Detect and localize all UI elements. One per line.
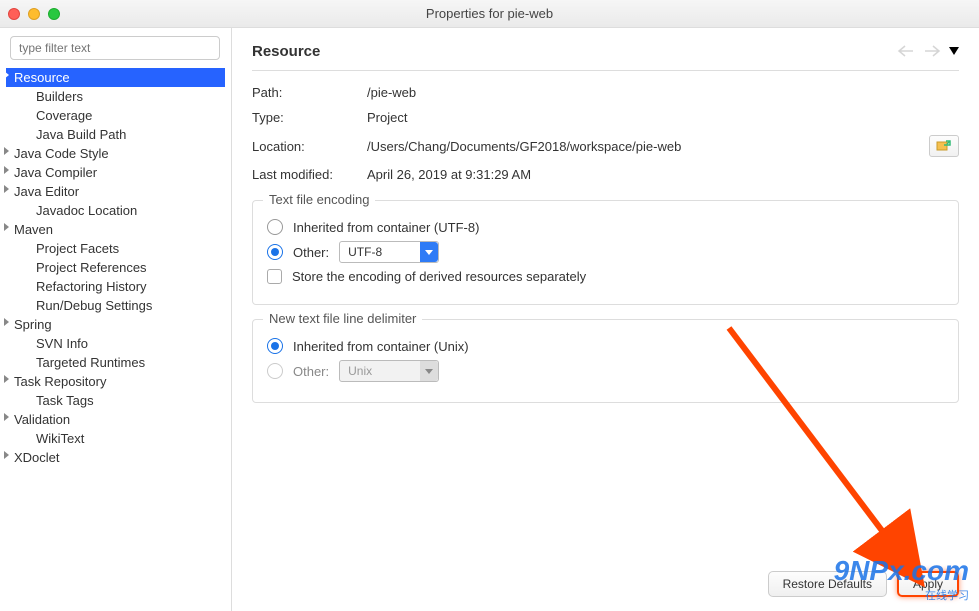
encoding-inherited-radio[interactable] xyxy=(267,219,283,235)
sidebar-item-xdoclet[interactable]: XDoclet xyxy=(6,448,225,467)
sidebar-item-label: Task Repository xyxy=(14,374,106,389)
sidebar-item-javadoc-location[interactable]: Javadoc Location xyxy=(6,201,225,220)
show-in-system-explorer-button[interactable] xyxy=(929,135,959,157)
sidebar-item-label: Validation xyxy=(14,412,70,427)
type-value: Project xyxy=(367,110,929,125)
lastmod-label: Last modified: xyxy=(252,167,367,182)
sidebar-item-project-facets[interactable]: Project Facets xyxy=(6,239,225,258)
sidebar-item-targeted-runtimes[interactable]: Targeted Runtimes xyxy=(6,353,225,372)
expand-arrow-icon xyxy=(4,166,9,174)
sidebar-item-task-tags[interactable]: Task Tags xyxy=(6,391,225,410)
view-menu-icon[interactable] xyxy=(949,47,959,55)
sidebar-item-label: SVN Info xyxy=(36,336,88,351)
delimiter-other-label: Other: xyxy=(293,364,329,379)
delimiter-inherited-label: Inherited from container (Unix) xyxy=(293,339,469,354)
sidebar-item-resource[interactable]: Resource xyxy=(6,68,225,87)
location-label: Location: xyxy=(252,139,367,154)
expand-arrow-icon xyxy=(4,223,9,231)
sidebar-item-label: Refactoring History xyxy=(36,279,147,294)
encoding-group-title: Text file encoding xyxy=(263,192,375,207)
encoding-inherited-label: Inherited from container (UTF-8) xyxy=(293,220,479,235)
sidebar-item-run-debug-settings[interactable]: Run/Debug Settings xyxy=(6,296,225,315)
expand-arrow-icon xyxy=(4,185,9,193)
window-title: Properties for pie-web xyxy=(0,6,979,21)
encoding-select[interactable]: UTF-8 xyxy=(339,241,439,263)
sidebar-item-java-code-style[interactable]: Java Code Style xyxy=(6,144,225,163)
type-label: Type: xyxy=(252,110,367,125)
chevron-down-icon xyxy=(420,242,438,262)
sidebar-item-label: Java Editor xyxy=(14,184,79,199)
sidebar-item-spring[interactable]: Spring xyxy=(6,315,225,334)
sidebar-item-label: Java Compiler xyxy=(14,165,97,180)
location-value: /Users/Chang/Documents/GF2018/workspace/… xyxy=(367,139,929,154)
apply-button[interactable]: Apply xyxy=(897,571,959,597)
expand-arrow-icon xyxy=(4,451,9,459)
sidebar-item-label: Targeted Runtimes xyxy=(36,355,145,370)
expand-arrow-icon xyxy=(4,413,9,421)
sidebar-item-label: Project Facets xyxy=(36,241,119,256)
sidebar-item-validation[interactable]: Validation xyxy=(6,410,225,429)
expand-arrow-icon xyxy=(4,71,9,79)
encoding-select-value: UTF-8 xyxy=(348,245,382,259)
delimiter-other-radio[interactable] xyxy=(267,363,283,379)
sidebar-item-maven[interactable]: Maven xyxy=(6,220,225,239)
sidebar-item-label: Javadoc Location xyxy=(36,203,137,218)
sidebar-item-coverage[interactable]: Coverage xyxy=(6,106,225,125)
sidebar-item-label: Java Code Style xyxy=(14,146,109,161)
sidebar-item-builders[interactable]: Builders xyxy=(6,87,225,106)
sidebar-item-java-editor[interactable]: Java Editor xyxy=(6,182,225,201)
sidebar-item-label: Run/Debug Settings xyxy=(36,298,152,313)
sidebar-item-label: Task Tags xyxy=(36,393,94,408)
nav-back-icon[interactable] xyxy=(895,42,917,60)
sidebar-item-label: XDoclet xyxy=(14,450,60,465)
delimiter-select: Unix xyxy=(339,360,439,382)
sidebar-item-label: Coverage xyxy=(36,108,92,123)
sidebar-item-task-repository[interactable]: Task Repository xyxy=(6,372,225,391)
category-tree: Resource Builders Coverage Java Build Path J… xyxy=(6,68,225,467)
restore-defaults-button[interactable]: Restore Defaults xyxy=(768,571,887,597)
sidebar-item-label: Resource xyxy=(14,70,70,85)
delimiter-inherited-radio[interactable] xyxy=(267,338,283,354)
content-pane: Resource Path: /pie-web Type: Project Lo… xyxy=(232,28,979,611)
page-title: Resource xyxy=(252,43,895,60)
store-derived-label: Store the encoding of derived resources … xyxy=(292,269,586,284)
sidebar-item-svn-info[interactable]: SVN Info xyxy=(6,334,225,353)
sidebar: Resource Builders Coverage Java Build Path J… xyxy=(0,28,232,611)
expand-arrow-icon xyxy=(4,318,9,326)
store-derived-checkbox[interactable] xyxy=(267,269,282,284)
titlebar: Properties for pie-web xyxy=(0,0,979,28)
sidebar-item-label: WikiText xyxy=(36,431,84,446)
expand-arrow-icon xyxy=(4,147,9,155)
sidebar-item-java-compiler[interactable]: Java Compiler xyxy=(6,163,225,182)
encoding-other-radio[interactable] xyxy=(267,244,283,260)
encoding-other-label: Other: xyxy=(293,245,329,260)
path-label: Path: xyxy=(252,85,367,100)
sidebar-item-wikitext[interactable]: WikiText xyxy=(6,429,225,448)
delimiter-group: New text file line delimiter Inherited f… xyxy=(252,319,959,403)
sidebar-item-refactoring-history[interactable]: Refactoring History xyxy=(6,277,225,296)
nav-forward-icon[interactable] xyxy=(921,42,943,60)
lastmod-value: April 26, 2019 at 9:31:29 AM xyxy=(367,167,929,182)
sidebar-item-label: Project References xyxy=(36,260,147,275)
delimiter-group-title: New text file line delimiter xyxy=(263,311,422,326)
sidebar-item-label: Builders xyxy=(36,89,83,104)
delimiter-select-value: Unix xyxy=(348,364,372,378)
sidebar-item-java-build-path[interactable]: Java Build Path xyxy=(6,125,225,144)
sidebar-item-label: Java Build Path xyxy=(36,127,126,142)
path-value: /pie-web xyxy=(367,85,929,100)
sidebar-item-label: Maven xyxy=(14,222,53,237)
sidebar-item-project-references[interactable]: Project References xyxy=(6,258,225,277)
expand-arrow-icon xyxy=(4,375,9,383)
chevron-updown-icon xyxy=(420,361,438,381)
filter-input[interactable] xyxy=(10,36,220,60)
encoding-group: Text file encoding Inherited from contai… xyxy=(252,200,959,305)
sidebar-item-label: Spring xyxy=(14,317,52,332)
